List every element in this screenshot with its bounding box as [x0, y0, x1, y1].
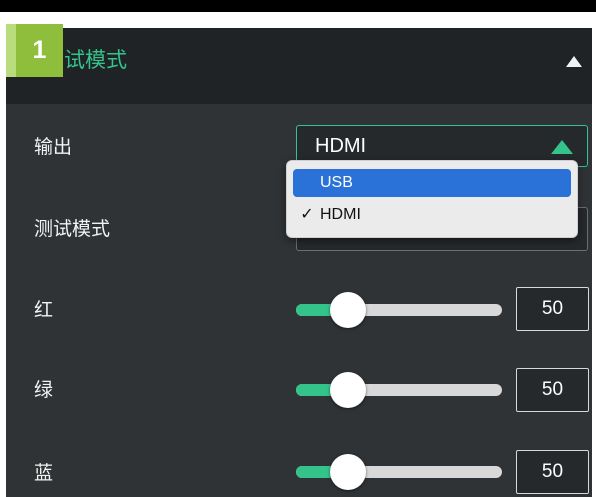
- blue-label: 蓝: [34, 462, 54, 484]
- test-mode-label: 测试模式: [34, 218, 111, 240]
- red-label: 红: [34, 299, 54, 321]
- top-border-bar: [0, 0, 596, 12]
- panel-title: 试模式: [64, 48, 127, 72]
- blue-value-input[interactable]: 50: [516, 450, 589, 494]
- step-number-badge: 1: [6, 24, 63, 77]
- output-label: 输出: [34, 136, 73, 158]
- red-slider-handle[interactable]: [330, 292, 366, 328]
- triangle-up-icon: [551, 140, 573, 154]
- red-slider-track[interactable]: [296, 304, 502, 316]
- dropdown-option-usb[interactable]: USB: [293, 169, 571, 197]
- checkmark-icon: ✓: [300, 206, 314, 223]
- green-slider-track[interactable]: [296, 384, 502, 396]
- blue-slider-track[interactable]: [296, 466, 502, 478]
- screen: 1 试模式 输出 HDMI 测试模式 USB ✓ HDMI 红 50 绿 50 …: [0, 0, 596, 497]
- green-label: 绿: [34, 379, 54, 401]
- dropdown-option-label: HDMI: [320, 206, 361, 223]
- triangle-up-icon[interactable]: [566, 56, 582, 67]
- output-select-value: HDMI: [315, 135, 367, 157]
- blue-slider-handle[interactable]: [330, 454, 366, 490]
- dropdown-option-hdmi[interactable]: ✓ HDMI: [293, 201, 571, 229]
- green-slider-handle[interactable]: [330, 372, 366, 408]
- green-value-input[interactable]: 50: [516, 368, 589, 412]
- red-value-input[interactable]: 50: [516, 287, 589, 331]
- dropdown-option-label: USB: [320, 174, 353, 191]
- output-dropdown-menu: USB ✓ HDMI: [286, 160, 578, 238]
